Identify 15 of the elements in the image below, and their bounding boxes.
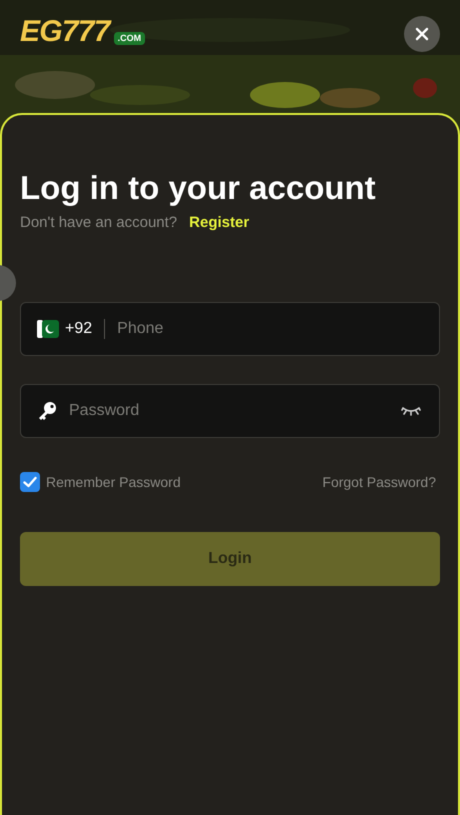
register-link[interactable]: Register	[189, 212, 250, 235]
logo-text: EG777	[20, 17, 110, 47]
phone-field[interactable]: +92 Phone	[20, 302, 440, 356]
password-field[interactable]: Password	[20, 384, 440, 438]
remember-label[interactable]: Remember Password	[46, 472, 181, 493]
country-code[interactable]: +92	[65, 316, 92, 341]
key-icon	[37, 400, 57, 421]
close-icon	[415, 27, 429, 41]
flag-icon	[37, 320, 59, 338]
page-title: Log in to your account	[20, 168, 377, 208]
phone-input[interactable]: Phone	[117, 316, 423, 341]
password-input[interactable]: Password	[69, 398, 399, 423]
register-prompt: Don't have an account?	[20, 213, 178, 234]
remember-checkbox[interactable]	[20, 472, 40, 492]
forgot-password-link[interactable]: Forgot Password?	[322, 472, 436, 493]
